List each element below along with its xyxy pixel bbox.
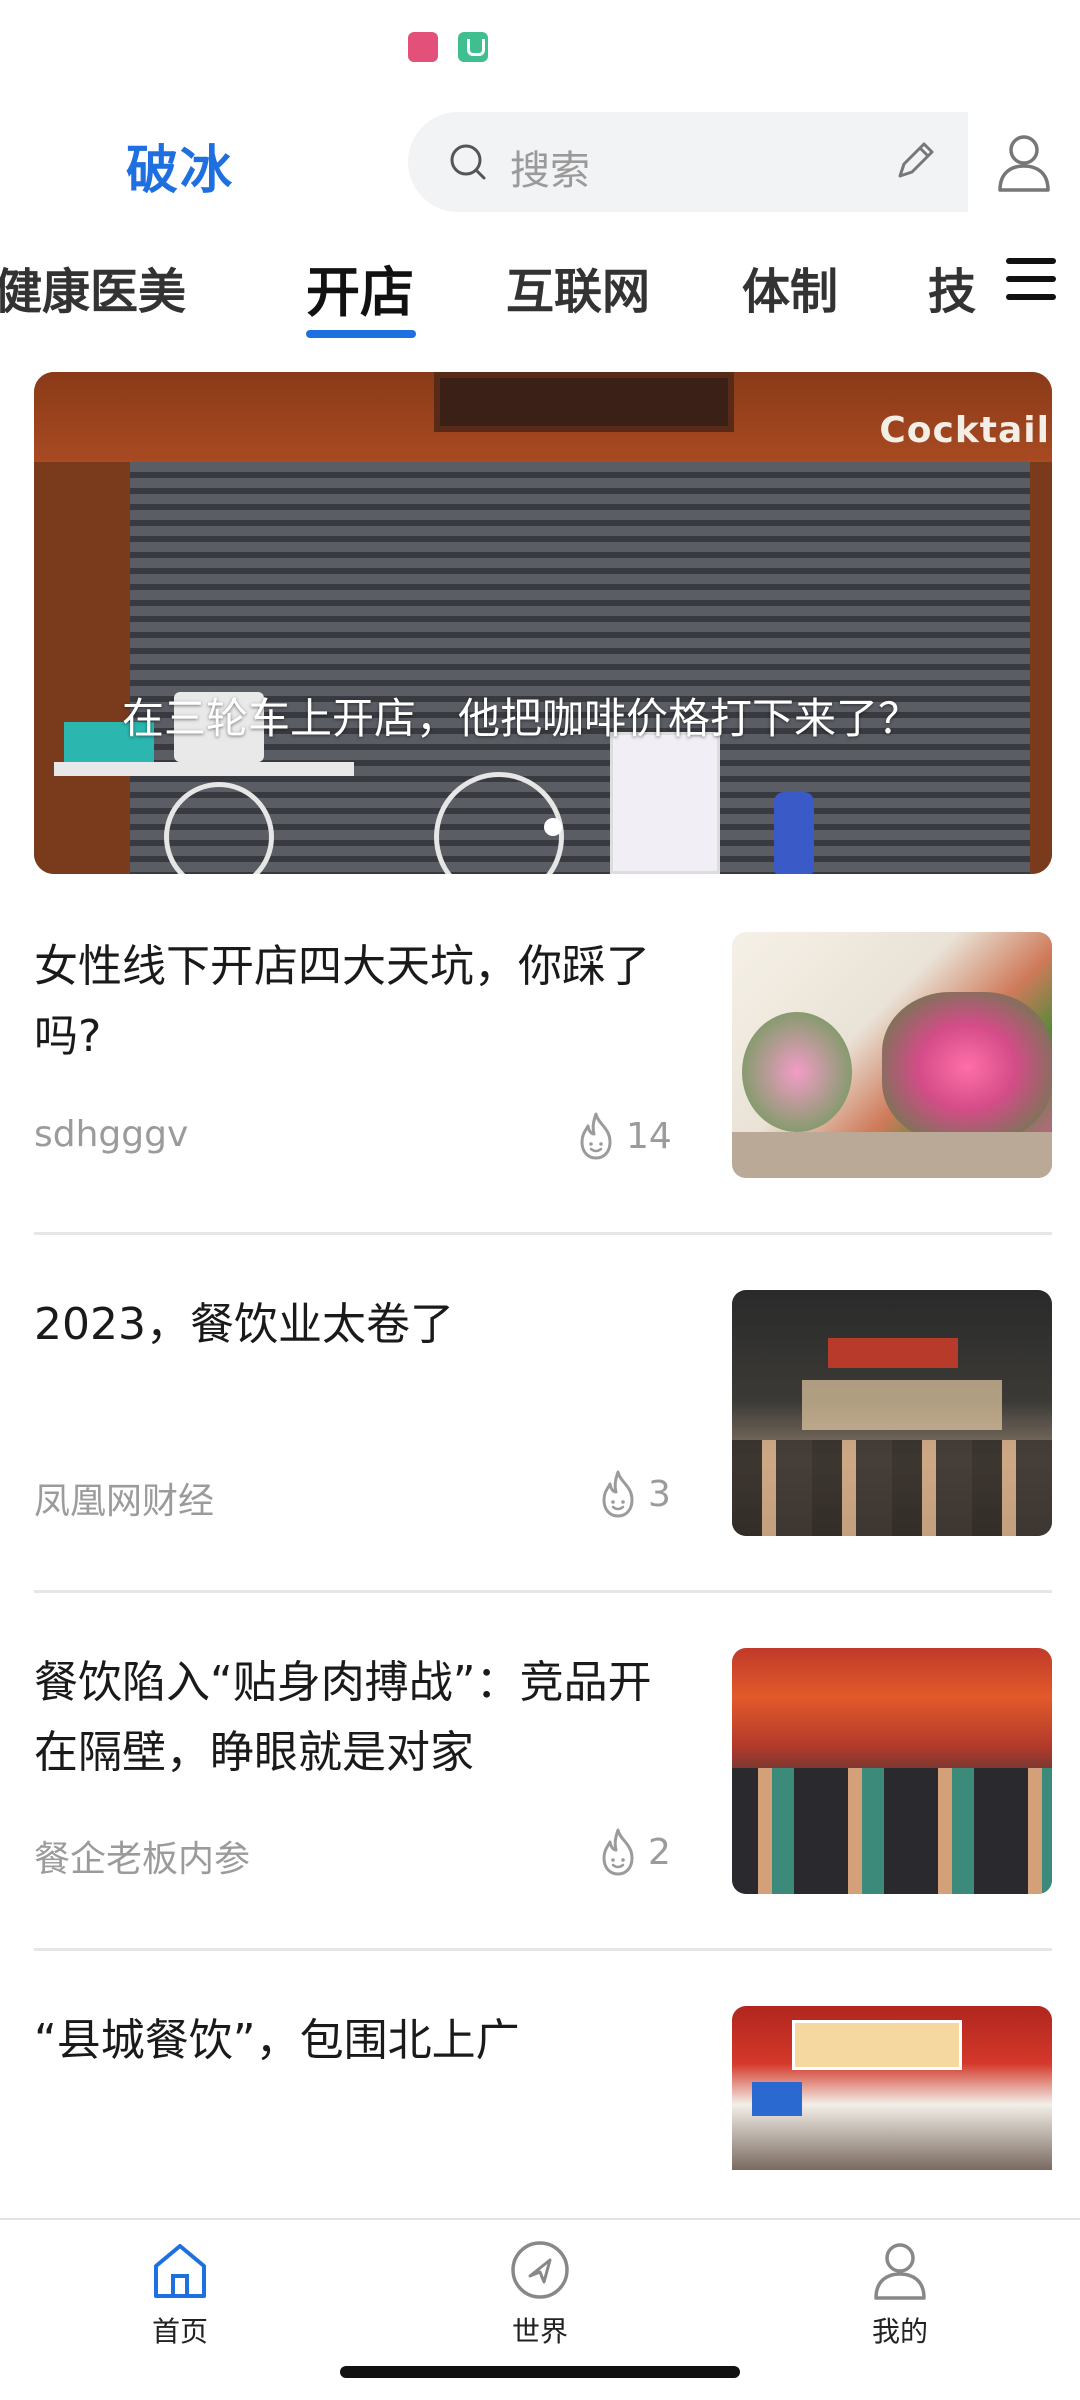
article-thumbnail[interactable] <box>732 932 1052 1178</box>
heat-value: 3 <box>648 1473 671 1515</box>
divider <box>34 1232 1052 1235</box>
search-placeholder: 搜索 <box>510 148 590 194</box>
article-title[interactable]: “县城餐饮”，包围北上广 <box>34 2006 684 2076</box>
active-tab-indicator <box>306 330 416 338</box>
heat-value: 2 <box>648 1831 671 1873</box>
coffee-cart <box>54 652 564 874</box>
heat-count: 14 <box>572 1108 672 1164</box>
home-icon <box>154 2244 206 2298</box>
home-indicator[interactable] <box>340 2366 740 2378</box>
app-logo: 破冰 <box>126 141 235 201</box>
divider <box>34 1948 1052 1951</box>
tab-system[interactable]: 体制 <box>742 252 838 322</box>
flame-icon <box>602 1828 634 1876</box>
article-item[interactable]: 餐饮陷入“贴身肉搏战”：竞品开在隔壁，睁眼就是对家 餐企老板内参 2 <box>34 1648 1052 2006</box>
flame-icon <box>580 1112 612 1160</box>
compass-icon <box>511 2241 569 2299</box>
article-source: sdhgggv <box>34 1114 189 1155</box>
nav-world[interactable]: 世界 <box>480 2238 600 2350</box>
article-item[interactable]: “县城餐饮”，包围北上广 <box>34 2006 1052 2170</box>
category-tabs: 健康医美 开店 互联网 体制 技 <box>0 240 1080 350</box>
tab-health[interactable]: 健康医美 <box>0 252 186 322</box>
banner-title[interactable]: 在三轮车上开店，他把咖啡价格打下来了？ <box>122 690 982 748</box>
nav-profile[interactable]: 我的 <box>840 2238 960 2350</box>
featured-banner[interactable]: Cocktail 在三轮车上开店，他把咖啡价格打下来了？ <box>34 372 1052 874</box>
tab-open-store[interactable]: 开店 <box>306 248 414 327</box>
menu-icon[interactable] <box>1006 258 1056 308</box>
article-thumbnail[interactable] <box>732 2006 1052 2170</box>
carousel-indicator <box>544 818 562 836</box>
pencil-icon[interactable] <box>890 136 940 186</box>
article-title[interactable]: 餐饮陷入“贴身肉搏战”：竞品开在隔壁，睁眼就是对家 <box>34 1648 684 1788</box>
app-notification-icon <box>408 32 438 62</box>
header: 破冰 搜索 <box>0 100 1080 230</box>
person-icon <box>874 2243 926 2300</box>
article-source: 餐企老板内参 <box>34 1839 251 1880</box>
heat-value: 14 <box>626 1115 672 1157</box>
tab-tech[interactable]: 技 <box>928 252 976 322</box>
article-item[interactable]: 2023，餐饮业太卷了 凤凰网财经 3 <box>34 1290 1052 1648</box>
article-thumbnail[interactable] <box>732 1648 1052 1894</box>
heat-count: 2 <box>594 1824 671 1880</box>
nav-label: 首页 <box>151 2315 208 2348</box>
profile-icon[interactable] <box>996 132 1052 194</box>
nav-home[interactable]: 首页 <box>120 2238 240 2350</box>
app-notification-icon <box>458 32 488 62</box>
nav-label: 世界 <box>511 2315 568 2348</box>
article-source: 凤凰网财经 <box>34 1481 215 1522</box>
search-bar[interactable]: 搜索 <box>408 112 968 212</box>
divider <box>34 1590 1052 1593</box>
tab-internet[interactable]: 互联网 <box>506 252 650 322</box>
heat-count: 3 <box>594 1466 671 1522</box>
search-icon <box>450 144 486 180</box>
article-title[interactable]: 女性线下开店四大天坑，你踩了吗? <box>34 932 684 1072</box>
nav-label: 我的 <box>871 2315 928 2348</box>
article-title[interactable]: 2023，餐饮业太卷了 <box>34 1290 684 1360</box>
status-bar <box>0 0 1080 100</box>
article-thumbnail[interactable] <box>732 1290 1052 1536</box>
flame-icon <box>602 1470 634 1518</box>
article-item[interactable]: 女性线下开店四大天坑，你踩了吗? sdhgggv 14 <box>34 932 1052 1290</box>
banner-sign-text: Cocktail <box>879 410 1050 451</box>
